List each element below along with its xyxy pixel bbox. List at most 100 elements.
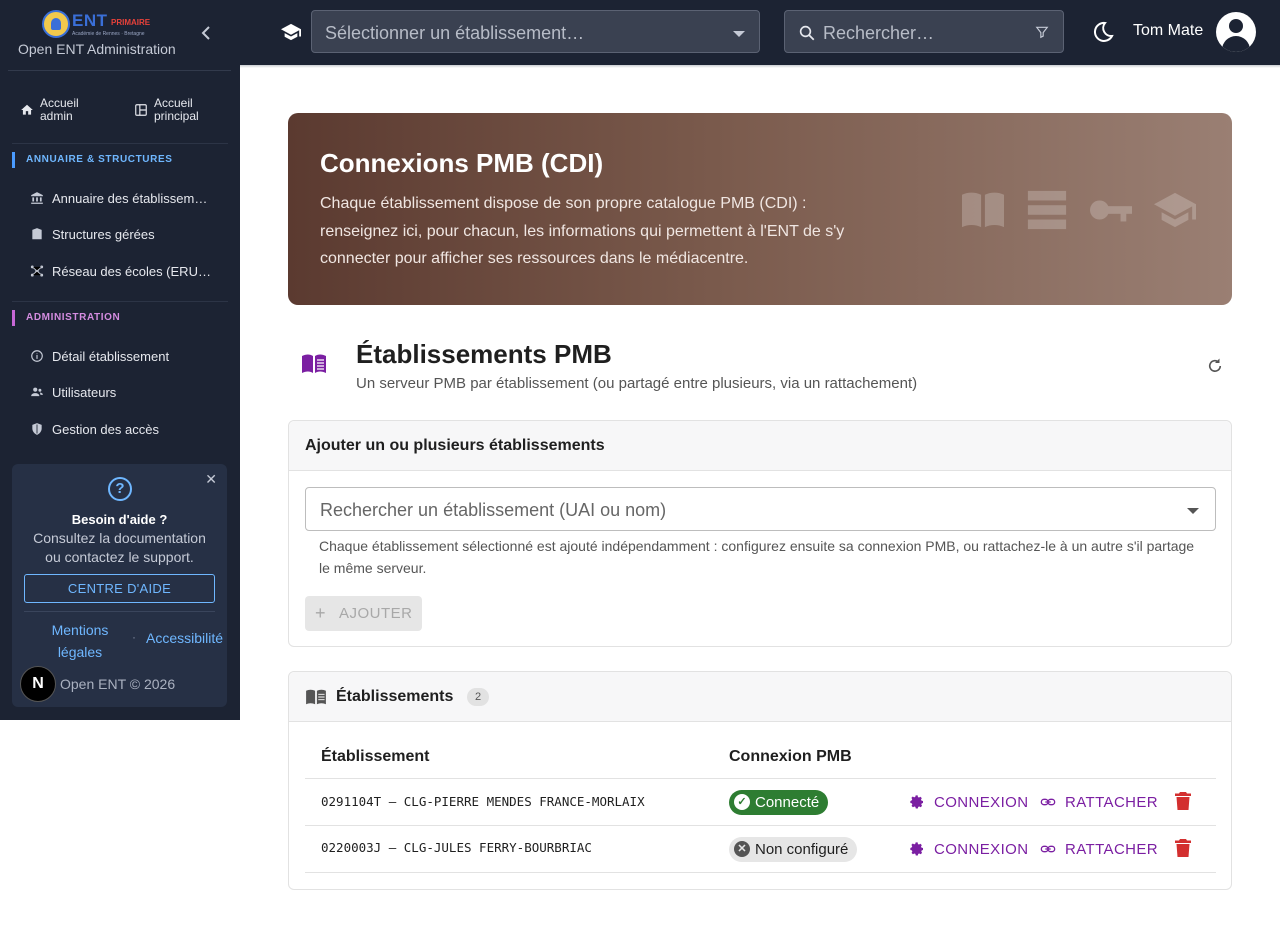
count-badge: 2 (467, 688, 489, 706)
logo-sub: PRIMAIRE (111, 18, 151, 27)
caret-down-icon (733, 31, 745, 37)
card-title: Établissements (336, 688, 454, 705)
status-badge: ✕ Non configuré (729, 837, 858, 862)
bank-icon (31, 192, 43, 204)
help-title: Besoin d'aide ? (71, 512, 168, 527)
divider (305, 778, 1216, 779)
page-title: Connexions PMB (CDI) (320, 148, 604, 178)
connexion-button-label: CONNEXION (934, 840, 1029, 858)
sidebar-item-label: Réseau des écoles (ERU… (52, 263, 211, 279)
grid-icon (135, 104, 147, 116)
hero-description: Chaque établissement dispose de son prop… (320, 195, 845, 267)
network-icon (30, 265, 44, 277)
sidebar-item-structures[interactable]: Structures gérées (30, 224, 155, 244)
framework-badge[interactable]: N (20, 666, 56, 702)
quick-link-main-home[interactable]: Accueil principal (134, 94, 224, 126)
rattacher-button-label: RATTACHER (1065, 840, 1159, 858)
filter-icon[interactable] (1035, 25, 1049, 39)
etablissement-select[interactable]: Sélectionner un établissement… (311, 10, 760, 53)
add-etablissement-card: Ajouter un ou plusieurs établissements R… (288, 420, 1232, 647)
app-title: Open ENT Administration (18, 41, 176, 57)
plus-icon: + (315, 603, 327, 623)
sidebar: ENT PRIMAIRE Académie de Rennes · Bretag… (0, 0, 240, 720)
trash-icon[interactable] (1175, 839, 1191, 857)
section-title-annuaire: ANNUAIRE & STRUCTURES (12, 152, 173, 168)
divider (305, 825, 1216, 826)
card-header: Établissements 2 (289, 672, 1231, 722)
server-icon (1027, 190, 1067, 230)
copyright: Open ENT © 2026 (60, 676, 176, 692)
help-center-button[interactable]: CENTRE D'AIDE (24, 574, 215, 603)
divider (305, 872, 1216, 873)
shield-icon (32, 423, 42, 435)
section-title: Établissements PMB (356, 339, 612, 369)
user-avatar[interactable] (1216, 12, 1256, 52)
logo-tag: Académie de Rennes · Bretagne (72, 31, 145, 37)
ent-logo[interactable]: ENT PRIMAIRE Académie de Rennes · Bretag… (42, 10, 162, 40)
column-header-connexion[interactable]: Connexion PMB (729, 748, 852, 766)
column-header-etablissement[interactable]: Établissement (321, 748, 429, 766)
rattacher-button[interactable]: RATTACHER (1040, 839, 1158, 859)
sidebar-item-annuaire-etablissements[interactable]: Annuaire des établissem… (30, 188, 207, 208)
chevron-left-icon (201, 26, 210, 40)
quick-link-admin-home[interactable]: Accueil admin (20, 94, 90, 126)
x-circle-icon: ✕ (734, 841, 750, 857)
etablissement-select-placeholder: Sélectionner un établissement… (325, 23, 585, 43)
card-title: Ajouter un ou plusieurs établissements (305, 437, 605, 454)
book-icon (306, 689, 326, 705)
hero-banner: Connexions PMB (CDI) Chaque établissemen… (288, 113, 1232, 305)
search-placeholder: Rechercher… (823, 23, 935, 43)
status-label: Connecté (755, 794, 820, 811)
section-subtitle: Un serveur PMB par établissement (ou par… (356, 375, 918, 392)
card-header: Ajouter un ou plusieurs établissements (289, 421, 1231, 471)
table-cell-etablissement: 0291104T — CLG-PIERRE MENDES FRANCE-MORL… (321, 794, 645, 809)
top-bar: Sélectionner un établissement… Recherche… (240, 0, 1280, 65)
rattacher-button[interactable]: RATTACHER (1040, 792, 1158, 812)
hero-decoration (960, 189, 1210, 231)
status-label: Non configuré (755, 841, 849, 858)
divider (8, 70, 231, 71)
sidebar-item-utilisateurs[interactable]: Utilisateurs (30, 382, 116, 402)
sidebar-item-label: Détail établissement (52, 348, 170, 364)
close-icon[interactable]: ✕ (205, 471, 217, 488)
link-icon (1040, 845, 1056, 853)
legal-mentions-link[interactable]: Mentions légales (34, 619, 126, 663)
connexion-button-label: CONNEXION (934, 793, 1029, 811)
link-icon (1040, 798, 1056, 806)
sidebar-item-label: Gestion des accès (52, 421, 159, 437)
combobox-placeholder: Rechercher un établissement (UAI ou nom) (320, 500, 667, 520)
brand-area: ENT PRIMAIRE Académie de Rennes · Bretag… (0, 0, 240, 70)
sidebar-item-reseau-ecoles[interactable]: Réseau des écoles (ERU… (30, 261, 211, 281)
key-icon (1090, 200, 1132, 222)
caret-down-icon (1187, 508, 1199, 514)
user-name[interactable]: Tom Mate (1133, 22, 1203, 40)
etablissement-search-combobox[interactable]: Rechercher un établissement (UAI ou nom) (305, 487, 1216, 531)
status-badge: ✓ Connecté (729, 790, 829, 815)
trash-icon[interactable] (1175, 792, 1191, 810)
add-button[interactable]: + AJOUTER (305, 596, 422, 631)
connexion-button[interactable]: CONNEXION (909, 792, 1028, 812)
add-button-label: AJOUTER (339, 605, 413, 622)
help-panel: ✕ ? Besoin d'aide ? Consultez la documen… (12, 464, 227, 707)
logo-badge (42, 10, 70, 38)
accessibility-link[interactable]: Accessibilité (146, 630, 223, 646)
sidebar-item-gestion-acces[interactable]: Gestion des accès (30, 419, 159, 439)
refresh-icon[interactable] (1206, 357, 1224, 375)
footer-links: Mentions légales · Accessibilité (24, 619, 223, 663)
book-icon (962, 192, 1004, 228)
divider (12, 143, 228, 144)
logo-text: ENT (72, 11, 108, 30)
gear-icon (910, 842, 923, 856)
collapse-sidebar-button[interactable] (198, 26, 214, 46)
help-icon: ? (108, 477, 132, 501)
helper-text: Chaque établissement sélectionné est ajo… (319, 538, 1195, 576)
search-icon (799, 25, 815, 41)
users-icon (31, 387, 43, 397)
link-separator: · (132, 630, 136, 644)
sidebar-item-detail-etablissement[interactable]: Détail établissement (30, 346, 169, 366)
connexion-button[interactable]: CONNEXION (909, 839, 1028, 859)
dark-mode-toggle-icon[interactable] (1091, 20, 1115, 44)
sidebar-item-label: Utilisateurs (52, 384, 117, 400)
search-input[interactable]: Rechercher… (784, 10, 1064, 53)
graduation-cap-icon (281, 23, 301, 41)
